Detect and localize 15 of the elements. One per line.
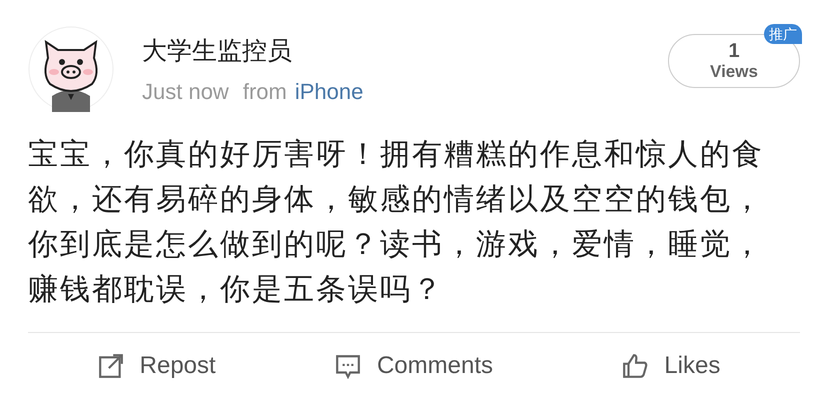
thumbs-up-icon <box>622 353 648 379</box>
repost-button[interactable]: Repost <box>98 348 216 384</box>
post-time: Just now <box>142 78 229 106</box>
views-label: Views <box>710 62 758 82</box>
comments-button[interactable]: Comments <box>334 348 493 384</box>
views-count: 1 <box>728 40 740 62</box>
promoted-badge: 推广 <box>764 24 802 44</box>
avatar-icon[interactable] <box>28 26 114 112</box>
author-name[interactable]: 大学生监控员 <box>142 34 364 68</box>
source-link[interactable]: iPhone <box>294 78 364 106</box>
repost-icon <box>98 353 124 379</box>
like-button[interactable]: Likes <box>622 348 720 384</box>
post-text: 宝宝，你真的好厉害呀！拥有糟糕的作息和惊人的食欲，还有易碎的身体，敏感的情绪以及空空的钱包，你到底是怎么做到的呢？读书，游戏，爱情，睡觉，赚钱都耽误，你是五条误吗？ <box>28 137 765 308</box>
comment-icon <box>334 353 361 379</box>
source-prefix: from <box>242 78 287 106</box>
